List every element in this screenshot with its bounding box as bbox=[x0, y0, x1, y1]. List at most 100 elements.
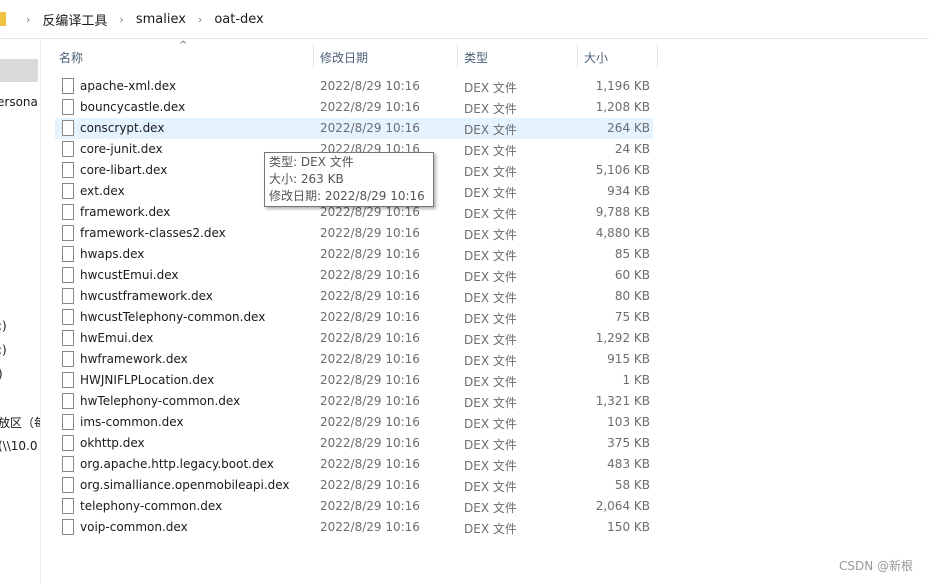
file-row[interactable]: voip-common.dex 2022/8/29 10:16 DEX 文件 1… bbox=[55, 517, 653, 538]
file-row[interactable]: org.simalliance.openmobileapi.dex 2022/8… bbox=[55, 475, 653, 496]
column-size[interactable]: 大小 bbox=[584, 49, 608, 66]
file-icon bbox=[62, 246, 74, 262]
file-type: DEX 文件 bbox=[464, 480, 517, 494]
file-row[interactable]: hwcustTelephony-common.dex 2022/8/29 10:… bbox=[55, 307, 653, 328]
nav-item[interactable]: :) bbox=[0, 343, 7, 357]
file-type: DEX 文件 bbox=[464, 333, 517, 347]
file-type: DEX 文件 bbox=[464, 186, 517, 200]
file-icon bbox=[62, 162, 74, 178]
nav-item-selected[interactable] bbox=[0, 59, 38, 82]
file-date: 2022/8/29 10:16 bbox=[320, 121, 420, 135]
file-size: 1 KB bbox=[622, 373, 650, 387]
file-name: voip-common.dex bbox=[80, 520, 188, 534]
file-icon bbox=[62, 120, 74, 136]
file-date: 2022/8/29 10:16 bbox=[320, 373, 420, 387]
file-date: 2022/8/29 10:16 bbox=[320, 100, 420, 114]
tooltip-type: 类型: DEX 文件 bbox=[269, 155, 354, 169]
file-name: hwcustEmui.dex bbox=[80, 268, 179, 282]
file-size: 60 KB bbox=[614, 268, 650, 282]
address-bar[interactable]: › 反编译工具 › smaliex › oat-dex bbox=[0, 0, 929, 39]
file-name: org.apache.http.legacy.boot.dex bbox=[80, 457, 274, 471]
file-size: 80 KB bbox=[614, 289, 650, 303]
file-type: DEX 文件 bbox=[464, 228, 517, 242]
file-size: 483 KB bbox=[607, 457, 650, 471]
file-icon bbox=[62, 456, 74, 472]
column-type[interactable]: 类型 bbox=[464, 49, 488, 66]
file-size: 2,064 KB bbox=[595, 499, 650, 513]
file-icon bbox=[62, 288, 74, 304]
file-name: hwcustframework.dex bbox=[80, 289, 213, 303]
column-date[interactable]: 修改日期 bbox=[320, 49, 368, 66]
column-resizer[interactable] bbox=[457, 44, 458, 68]
nav-item[interactable]: 放区（每 bbox=[0, 414, 40, 431]
file-date: 2022/8/29 10:16 bbox=[320, 415, 420, 429]
file-row[interactable]: framework-classes2.dex 2022/8/29 10:16 D… bbox=[55, 223, 653, 244]
file-name: hwTelephony-common.dex bbox=[80, 394, 241, 408]
file-size: 1,208 KB bbox=[595, 100, 650, 114]
file-icon bbox=[62, 372, 74, 388]
file-type: DEX 文件 bbox=[464, 312, 517, 326]
file-type: DEX 文件 bbox=[464, 354, 517, 368]
folder-icon bbox=[0, 12, 6, 26]
file-row[interactable]: hwcustframework.dex 2022/8/29 10:16 DEX … bbox=[55, 286, 653, 307]
file-row[interactable]: telephony-common.dex 2022/8/29 10:16 DEX… bbox=[55, 496, 653, 517]
file-row[interactable]: ims-common.dex 2022/8/29 10:16 DEX 文件 10… bbox=[55, 412, 653, 433]
file-name: framework.dex bbox=[80, 205, 171, 219]
file-type: DEX 文件 bbox=[464, 123, 517, 137]
file-type: DEX 文件 bbox=[464, 144, 517, 158]
file-icon bbox=[62, 78, 74, 94]
sort-ascending-icon: ^ bbox=[179, 40, 188, 51]
file-date: 2022/8/29 10:16 bbox=[320, 247, 420, 261]
nav-item[interactable]: :) bbox=[0, 319, 7, 333]
breadcrumb-item[interactable]: oat-dex bbox=[214, 12, 263, 27]
nav-item[interactable]: ersona bbox=[0, 95, 38, 109]
file-size: 375 KB bbox=[607, 436, 650, 450]
file-row[interactable]: hwaps.dex 2022/8/29 10:16 DEX 文件 85 KB bbox=[55, 244, 653, 265]
breadcrumb-item[interactable]: smaliex bbox=[136, 12, 186, 27]
file-name: bouncycastle.dex bbox=[80, 100, 186, 114]
file-date: 2022/8/29 10:16 bbox=[320, 226, 420, 240]
file-icon bbox=[62, 414, 74, 430]
column-name[interactable]: 名称 bbox=[59, 49, 83, 66]
nav-item[interactable]: ) bbox=[0, 367, 3, 381]
file-size: 103 KB bbox=[607, 415, 650, 429]
file-name: core-libart.dex bbox=[80, 163, 168, 177]
file-icon bbox=[62, 309, 74, 325]
file-icon bbox=[62, 519, 74, 535]
file-date: 2022/8/29 10:16 bbox=[320, 499, 420, 513]
file-row[interactable]: okhttp.dex 2022/8/29 10:16 DEX 文件 375 KB bbox=[55, 433, 653, 454]
file-date: 2022/8/29 10:16 bbox=[320, 268, 420, 282]
tooltip-date: 修改日期: 2022/8/29 10:16 bbox=[269, 189, 425, 203]
file-date: 2022/8/29 10:16 bbox=[320, 394, 420, 408]
file-icon bbox=[62, 99, 74, 115]
file-name: ims-common.dex bbox=[80, 415, 184, 429]
file-row[interactable]: HWJNIFLPLocation.dex 2022/8/29 10:16 DEX… bbox=[55, 370, 653, 391]
tooltip-size: 大小: 263 KB bbox=[269, 172, 344, 186]
column-resizer[interactable] bbox=[577, 44, 578, 68]
file-date: 2022/8/29 10:16 bbox=[320, 436, 420, 450]
file-type: DEX 文件 bbox=[464, 522, 517, 536]
file-name: hwEmui.dex bbox=[80, 331, 154, 345]
file-row[interactable]: conscrypt.dex 2022/8/29 10:16 DEX 文件 264… bbox=[55, 118, 653, 139]
file-row[interactable]: bouncycastle.dex 2022/8/29 10:16 DEX 文件 … bbox=[55, 97, 653, 118]
file-date: 2022/8/29 10:16 bbox=[320, 352, 420, 366]
file-size: 75 KB bbox=[614, 310, 650, 324]
file-row[interactable]: hwTelephony-common.dex 2022/8/29 10:16 D… bbox=[55, 391, 653, 412]
file-date: 2022/8/29 10:16 bbox=[320, 478, 420, 492]
file-row[interactable]: org.apache.http.legacy.boot.dex 2022/8/2… bbox=[55, 454, 653, 475]
nav-item[interactable]: (\\10.0 bbox=[0, 439, 38, 453]
file-name: hwcustTelephony-common.dex bbox=[80, 310, 266, 324]
file-name: ext.dex bbox=[80, 184, 125, 198]
file-type: DEX 文件 bbox=[464, 102, 517, 116]
breadcrumb-item[interactable]: 反编译工具 bbox=[42, 10, 107, 29]
file-name: telephony-common.dex bbox=[80, 499, 223, 513]
file-date: 2022/8/29 10:16 bbox=[320, 520, 420, 534]
file-icon bbox=[62, 498, 74, 514]
file-row[interactable]: hwframework.dex 2022/8/29 10:16 DEX 文件 9… bbox=[55, 349, 653, 370]
file-row[interactable]: apache-xml.dex 2022/8/29 10:16 DEX 文件 1,… bbox=[55, 76, 653, 97]
column-resizer[interactable] bbox=[657, 44, 658, 68]
file-row[interactable]: hwcustEmui.dex 2022/8/29 10:16 DEX 文件 60… bbox=[55, 265, 653, 286]
column-resizer[interactable] bbox=[313, 44, 314, 68]
file-row[interactable]: hwEmui.dex 2022/8/29 10:16 DEX 文件 1,292 … bbox=[55, 328, 653, 349]
file-name: hwaps.dex bbox=[80, 247, 145, 261]
